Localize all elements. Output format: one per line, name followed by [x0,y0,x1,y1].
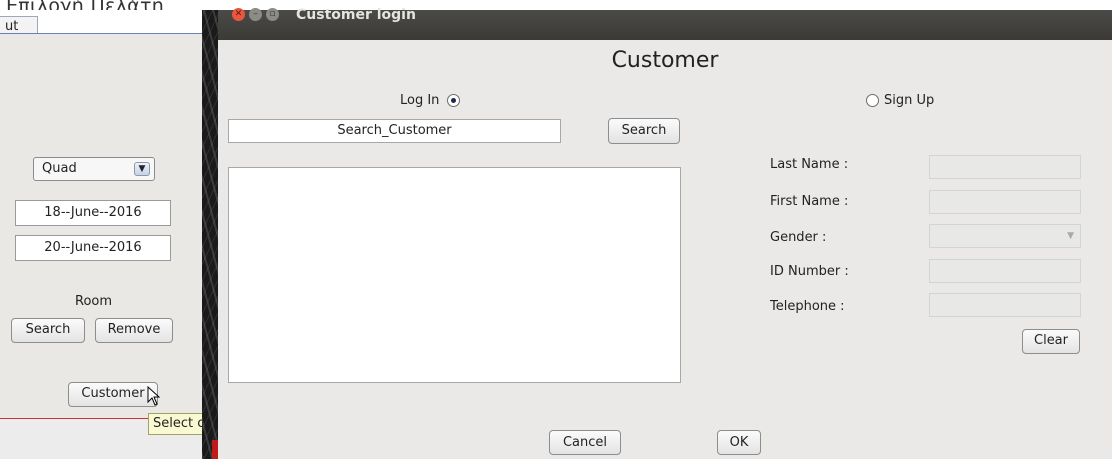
customer-results-list[interactable] [228,167,681,383]
room-search-button[interactable]: Search [11,318,85,343]
check-out-date-field[interactable]: 20--June--2016 [15,235,171,261]
id-number-field[interactable] [929,259,1081,283]
cancel-button[interactable]: Cancel [549,430,621,455]
room-remove-button[interactable]: Remove [95,318,173,343]
close-icon[interactable]: ✕ [232,8,245,21]
id-number-label: ID Number : [770,264,849,279]
signup-radio-label: Sign Up [884,93,935,108]
room-label: Room [75,294,113,309]
check-in-date-field[interactable]: 18--June--2016 [15,200,171,226]
room-type-select[interactable]: Quad ▼ [33,157,155,181]
login-radio-label: Log In [400,93,440,108]
first-name-label: First Name : [770,194,849,209]
signup-radio[interactable] [866,94,879,107]
dialog-heading: Customer [611,48,719,73]
customer-search-input[interactable]: Search_Customer [228,119,561,143]
dialog-title: Customer login [296,7,416,23]
last-name-field[interactable] [929,155,1081,179]
customer-button[interactable]: Customer [68,382,158,407]
gender-select[interactable]: ▼ [929,224,1081,248]
telephone-field[interactable] [929,293,1081,317]
chevron-down-icon: ▼ [1067,231,1074,241]
minimize-icon[interactable]: – [249,8,262,21]
mouse-cursor-icon [147,386,161,406]
gender-label: Gender : [770,230,827,245]
chevron-down-icon[interactable]: ▼ [134,162,150,176]
telephone-label: Telephone : [770,299,845,314]
ok-button[interactable]: OK [717,430,761,455]
last-name-label: Last Name : [770,157,849,172]
room-type-value: Quad [42,161,77,176]
tab-bar [0,33,205,41]
maximize-icon[interactable]: ▫ [266,8,279,21]
first-name-field[interactable] [929,190,1081,214]
login-radio[interactable] [447,94,460,107]
customer-search-button[interactable]: Search [608,118,680,144]
clear-button[interactable]: Clear [1022,329,1080,354]
